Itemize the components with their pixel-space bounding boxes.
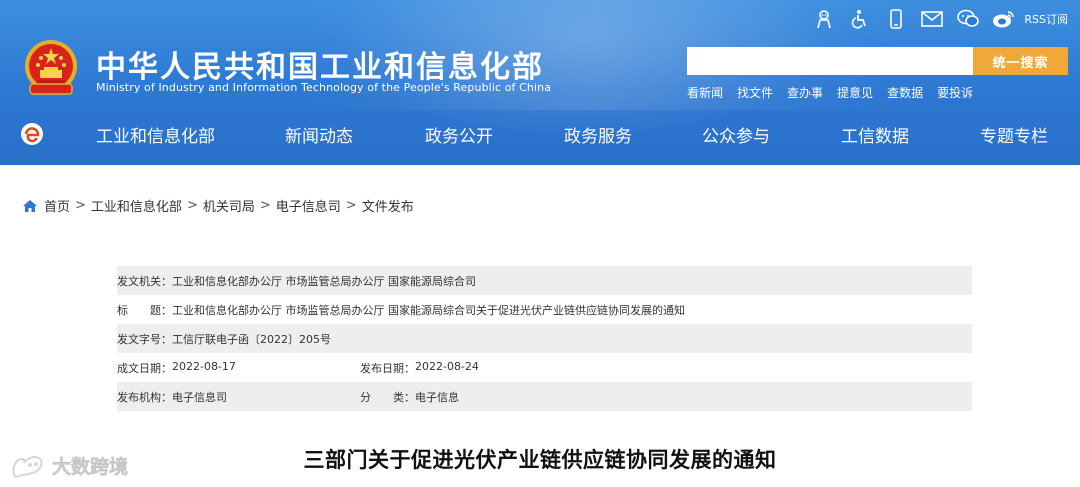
meta-value-written: 2022-08-17 — [172, 359, 236, 373]
quicklink-news[interactable]: 看新闻 — [687, 84, 723, 101]
breadcrumb-separator: > — [186, 198, 198, 213]
meta-cell-written: 成文日期： 2022-08-17 — [117, 360, 360, 376]
breadcrumb-separator: > — [259, 198, 271, 213]
nav-item-news[interactable]: 新闻动态 — [285, 122, 353, 147]
meta-cell-category: 分 类： 电子信息 — [360, 389, 459, 405]
meta-row-dates: 成文日期： 2022-08-17 发布日期： 2022-08-24 — [117, 353, 972, 382]
breadcrumb-home[interactable]: 首页 — [44, 196, 70, 215]
weibo-icon[interactable] — [986, 8, 1022, 30]
article-title: 三部门关于促进光伏产业链供应链协同发展的通知 — [303, 448, 777, 472]
quicklink-services[interactable]: 查办事 — [787, 84, 823, 101]
meta-value-category: 电子信息 — [415, 390, 459, 404]
breadcrumb-electronics-dept[interactable]: 电子信息司 — [276, 196, 341, 215]
header-tools: RSS订阅 — [806, 8, 1068, 30]
nav-item-topics[interactable]: 专题专栏 — [980, 122, 1048, 147]
national-emblem-icon — [25, 40, 77, 95]
nav-item-data[interactable]: 工信数据 — [841, 122, 909, 147]
breadcrumb-separator: > — [75, 198, 86, 213]
breadcrumb: 首页 > 工业和信息化部 > 机关司局 > 电子信息司 > 文件发布 — [22, 196, 414, 215]
site-subtitle: Ministry of Industry and Information Tec… — [96, 81, 552, 94]
meta-row-title: 标 题： 工业和信息化部办公厅 市场监管总局办公厅 国家能源局综合司关于促进光伏… — [117, 295, 972, 324]
search-button[interactable]: 统一搜索 — [973, 47, 1068, 75]
nav-item-participation[interactable]: 公众参与 — [702, 122, 770, 147]
meta-label: 分 类： — [360, 390, 415, 404]
robot-assistant-icon[interactable] — [806, 8, 842, 30]
nav-item-ministry[interactable]: 工业和信息化部 — [96, 122, 215, 147]
wechat-icon[interactable] — [950, 8, 986, 30]
meta-value-docno: 工信厅联电子函〔2022〕205号 — [172, 332, 331, 346]
home-icon[interactable] — [22, 198, 38, 214]
quicklink-data[interactable]: 查数据 — [887, 84, 923, 101]
meta-label: 发布机构： — [117, 390, 172, 404]
meta-label: 发布日期： — [360, 361, 415, 375]
accessibility-icon[interactable] — [842, 8, 878, 30]
mail-icon[interactable] — [914, 8, 950, 30]
quicklink-files[interactable]: 找文件 — [737, 84, 773, 101]
meta-row-docno: 发文字号： 工信厅联电子函〔2022〕205号 — [117, 324, 972, 353]
breadcrumb-documents[interactable]: 文件发布 — [362, 196, 414, 215]
rss-link[interactable]: RSS订阅 — [1024, 11, 1068, 27]
meta-cell-published: 发布日期： 2022-08-24 — [360, 360, 479, 376]
meta-value-issuer: 工业和信息化部办公厅 市场监管总局办公厅 国家能源局综合司 — [172, 274, 476, 288]
breadcrumb-ministry[interactable]: 工业和信息化部 — [91, 196, 182, 215]
meta-value-agency: 电子信息司 — [172, 390, 227, 404]
document-metadata: 发文机关： 工业和信息化部办公厅 市场监管总局办公厅 国家能源局综合司 标 题：… — [117, 266, 972, 411]
quicklink-feedback[interactable]: 提意见 — [837, 84, 873, 101]
meta-label: 发文字号： — [117, 332, 172, 346]
meta-value-title: 工业和信息化部办公厅 市场监管总局办公厅 国家能源局综合司关于促进光伏产业链供应… — [172, 303, 685, 317]
meta-value-published: 2022-08-24 — [415, 359, 479, 373]
main-nav: 工业和信息化部 新闻动态 政务公开 政务服务 公众参与 工信数据 专题专栏 — [0, 112, 1080, 158]
meta-cell-agency: 发布机构： 电子信息司 — [117, 389, 360, 405]
meta-label: 发文机关： — [117, 274, 172, 288]
mobile-icon[interactable] — [878, 8, 914, 30]
meta-row-issuer: 发文机关： 工业和信息化部办公厅 市场监管总局办公厅 国家能源局综合司 — [117, 266, 972, 295]
nav-item-open-government[interactable]: 政务公开 — [425, 122, 493, 147]
nav-item-services[interactable]: 政务服务 — [564, 122, 632, 147]
meta-label: 成文日期： — [117, 361, 172, 375]
breadcrumb-separator: > — [345, 198, 357, 213]
site-header: 中华人民共和国工业和信息化部 Ministry of Industry and … — [0, 0, 1080, 165]
quick-links: 看新闻 找文件 查办事 提意见 查数据 要投诉 — [687, 84, 973, 101]
breadcrumb-departments[interactable]: 机关司局 — [203, 196, 255, 215]
e-gov-logo-icon[interactable] — [20, 122, 44, 146]
search-input[interactable] — [687, 47, 973, 75]
quicklink-complaint[interactable]: 要投诉 — [937, 84, 973, 101]
meta-label: 标 题： — [117, 303, 172, 317]
site-title: 中华人民共和国工业和信息化部 — [96, 50, 544, 85]
meta-row-agency: 发布机构： 电子信息司 分 类： 电子信息 — [117, 382, 972, 411]
